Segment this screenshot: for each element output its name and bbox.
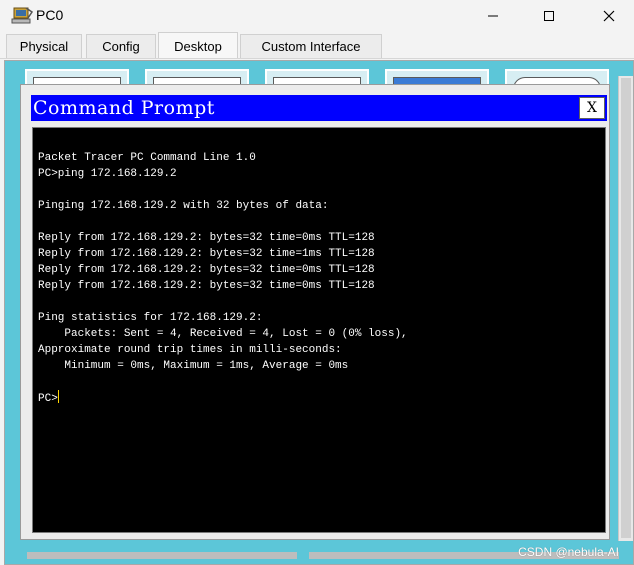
command-prompt-title: Command Prompt bbox=[33, 97, 215, 119]
terminal-line: Packet Tracer PC Command Line 1.0 bbox=[38, 152, 256, 164]
terminal-line: Reply from 172.168.129.2: bytes=32 time=… bbox=[38, 264, 375, 276]
terminal-prompt: PC> bbox=[38, 393, 58, 405]
maximize-icon bbox=[544, 11, 554, 21]
tab-config[interactable]: Config bbox=[86, 34, 156, 58]
terminal-line: PC>ping 172.168.129.2 bbox=[38, 168, 177, 180]
minimize-button[interactable] bbox=[470, 0, 516, 32]
horizontal-scrollbar-left[interactable] bbox=[27, 552, 297, 559]
packet-tracer-pc-icon bbox=[11, 6, 34, 26]
terminal-line: Reply from 172.168.129.2: bytes=32 time=… bbox=[38, 248, 375, 260]
text-cursor bbox=[57, 390, 59, 403]
terminal-line: Packets: Sent = 4, Received = 4, Lost = … bbox=[38, 328, 408, 340]
terminal-output[interactable]: Packet Tracer PC Command Line 1.0 PC>pin… bbox=[32, 127, 606, 533]
close-button[interactable] bbox=[586, 0, 632, 32]
command-prompt-titlebar: Command Prompt X bbox=[31, 95, 607, 121]
terminal-line: Pinging 172.168.129.2 with 32 bytes of d… bbox=[38, 200, 329, 212]
window-title: PC0 bbox=[36, 7, 64, 23]
tab-desktop[interactable]: Desktop bbox=[158, 32, 238, 58]
watermark: CSDN @nebula-AI bbox=[518, 545, 619, 559]
close-icon bbox=[603, 10, 615, 22]
tab-physical[interactable]: Physical bbox=[6, 34, 82, 58]
window-titlebar: PC0 bbox=[0, 0, 634, 32]
tab-bar: Physical Config Desktop Custom Interface bbox=[0, 32, 634, 59]
terminal-prompt-line[interactable]: PC> bbox=[38, 390, 605, 406]
terminal-line: Reply from 172.168.129.2: bytes=32 time=… bbox=[38, 232, 375, 244]
command-prompt-close-button[interactable]: X bbox=[579, 97, 605, 119]
maximize-button[interactable] bbox=[526, 0, 572, 32]
terminal-line: Approximate round trip times in milli-se… bbox=[38, 344, 342, 356]
terminal-line: Ping statistics for 172.168.129.2: bbox=[38, 312, 263, 324]
minimize-icon bbox=[488, 15, 498, 17]
scrollbar-thumb[interactable] bbox=[621, 78, 631, 538]
terminal-line: Reply from 172.168.129.2: bytes=32 time=… bbox=[38, 280, 375, 292]
command-prompt-window: Command Prompt X Packet Tracer PC Comman… bbox=[20, 84, 610, 540]
vertical-scrollbar[interactable] bbox=[618, 76, 633, 541]
tab-custom-interface[interactable]: Custom Interface bbox=[240, 34, 382, 58]
terminal-line: Minimum = 0ms, Maximum = 1ms, Average = … bbox=[38, 360, 349, 372]
